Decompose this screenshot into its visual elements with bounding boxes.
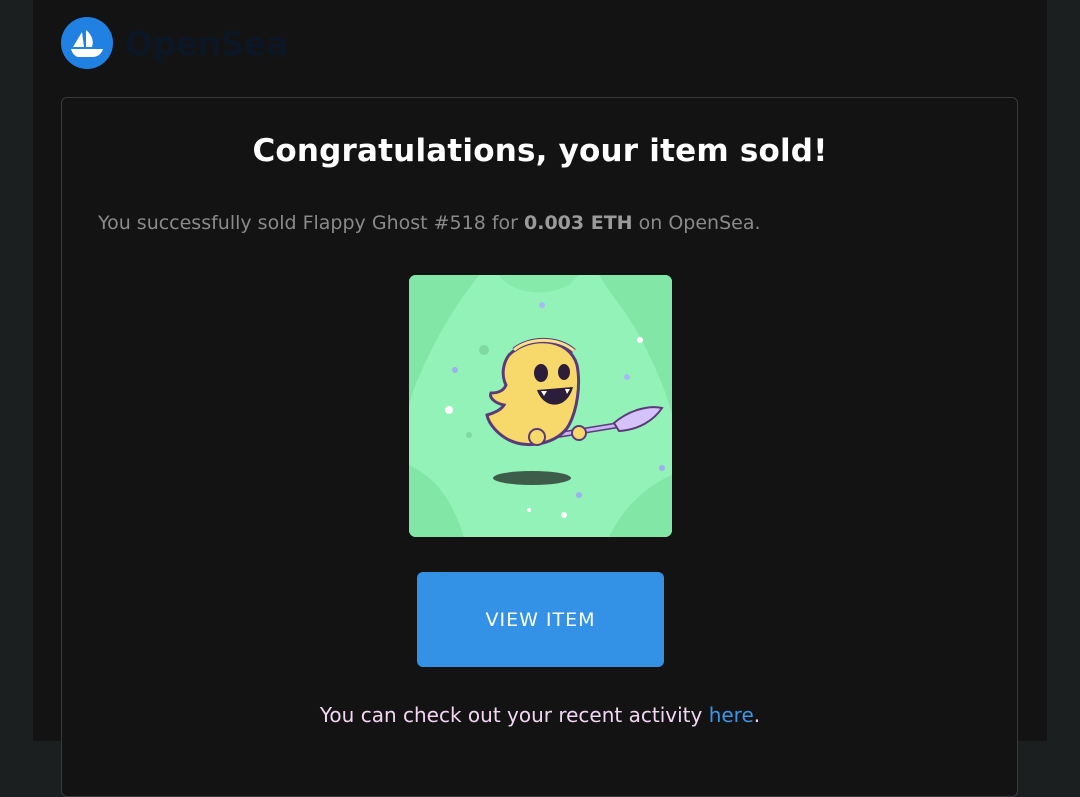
sale-summary-prefix: You successfully sold Flappy Ghost #518 … <box>98 212 525 234</box>
opensea-ship-icon <box>61 17 113 69</box>
recent-activity-text: You can check out your recent activity h… <box>0 703 1080 727</box>
brand-header[interactable]: OpenSea <box>61 17 288 69</box>
recent-activity-suffix: . <box>753 703 761 727</box>
brand-wordmark: OpenSea <box>125 23 288 63</box>
flappy-ghost-nft-image[interactable] <box>409 275 672 537</box>
recent-activity-prefix: You can check out your recent activity <box>319 703 709 727</box>
nft-artwork <box>409 275 672 537</box>
sale-price: 0.003 ETH <box>524 212 633 234</box>
page-title: Congratulations, your item sold! <box>252 133 828 169</box>
sale-summary: You successfully sold Flappy Ghost #518 … <box>98 212 761 234</box>
sale-summary-suffix: on OpenSea. <box>632 212 761 234</box>
view-item-button[interactable]: VIEW ITEM <box>417 572 664 667</box>
recent-activity-link[interactable]: here <box>709 703 754 727</box>
